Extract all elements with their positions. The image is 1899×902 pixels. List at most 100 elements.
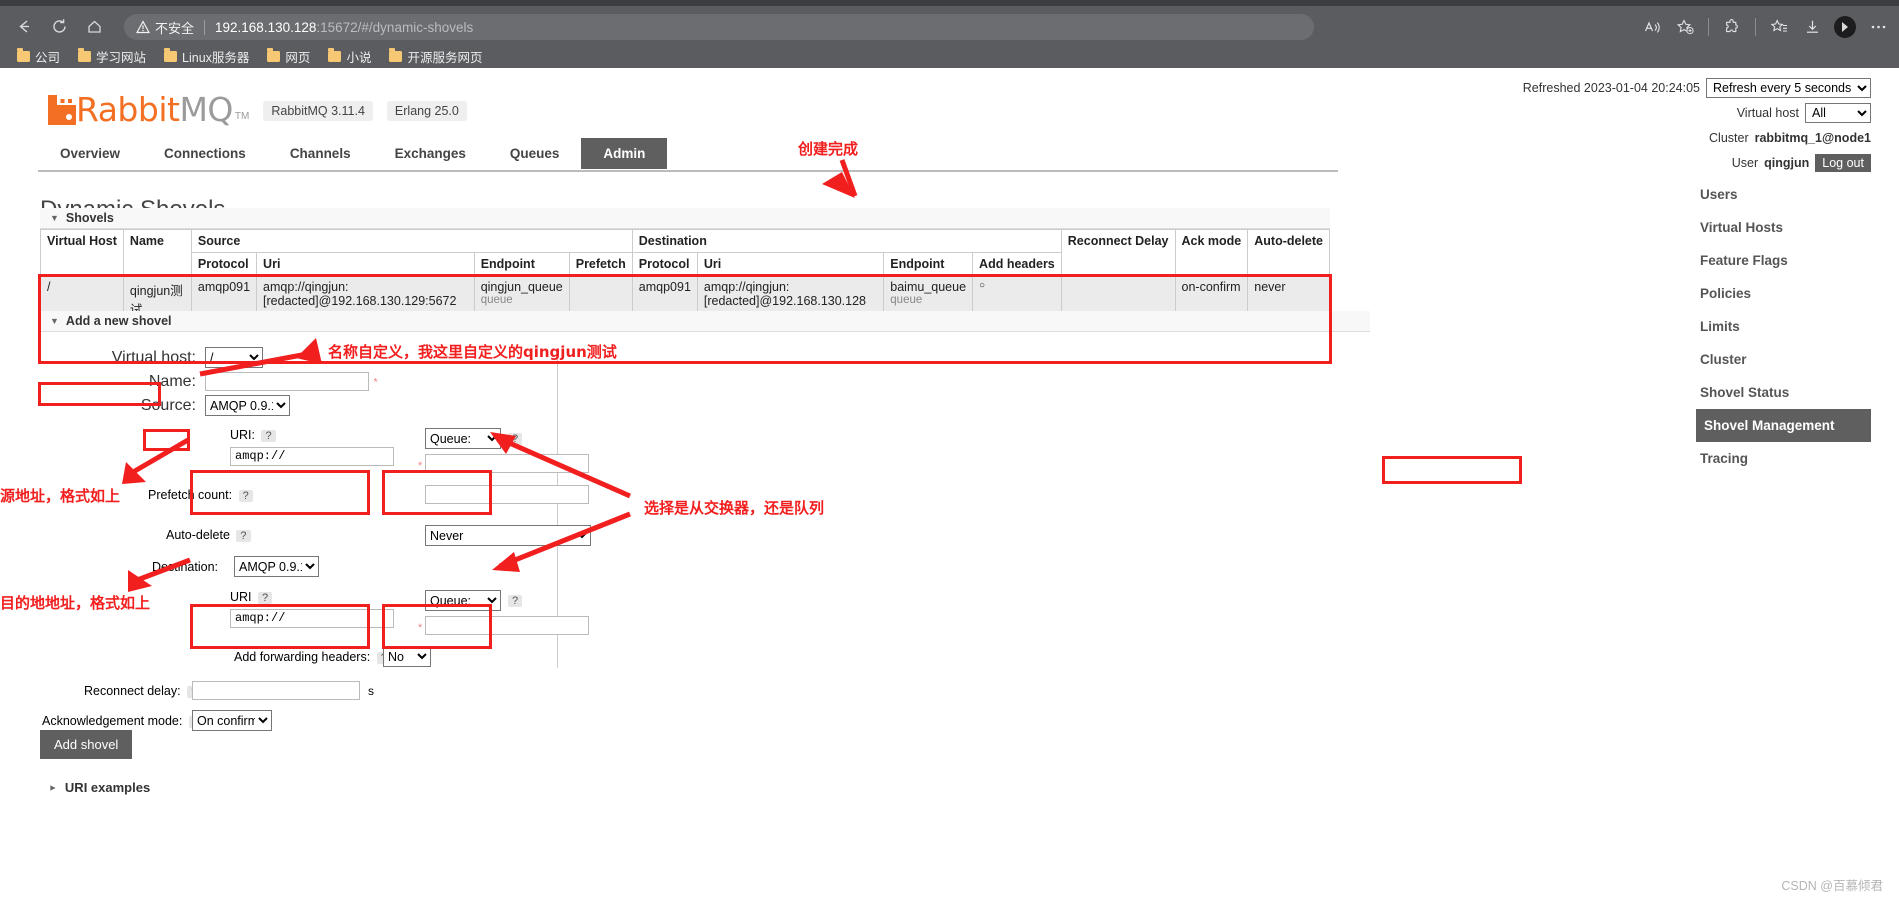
th-auto-delete[interactable]: Auto-delete [1247,229,1330,276]
security-label: 不安全 [155,20,195,36]
more-options-icon[interactable] [1863,14,1893,40]
read-aloud-icon[interactable] [1637,14,1667,40]
menu-item-shovel-management[interactable]: Shovel Management [1696,409,1871,442]
help-icon[interactable]: ? [258,592,273,604]
navigation-bar: 不安全 192.168.130.128:15672/#/dynamic-shov… [0,6,1899,44]
bookmark-item[interactable]: 网页 [260,45,317,68]
shovel-name-input[interactable] [205,372,369,391]
menu-item-cluster[interactable]: Cluster [1696,343,1871,376]
tab-exchanges[interactable]: Exchanges [373,138,488,169]
menu-item-feature-flags[interactable]: Feature Flags [1696,244,1871,277]
add-shovel-header[interactable]: ▼ Add a new shovel [40,311,1370,332]
annotation-queue-or-exchange-text: 选择是从交换器，还是队列 [644,499,825,517]
uri-examples-toggle[interactable]: ▼ URI examples [47,780,150,795]
back-arrow-icon[interactable] [10,12,38,40]
extensions-icon[interactable] [1717,14,1747,40]
destination-uri-asterisk: * [418,622,423,634]
toolbar-divider-2 [1755,18,1756,36]
table-group-header-row: Virtual Host Name Source Destination Rec… [40,229,1330,276]
th-reconnect-delay[interactable]: Reconnect Delay [1060,229,1176,276]
source-field-control: AMQP 0.9.1 [204,394,379,417]
source-endpoint-type-select[interactable]: Queue: [425,428,501,449]
th-source-group: Source [190,229,633,253]
downloads-icon[interactable] [1797,14,1827,40]
form-vhost-select[interactable]: / [205,347,263,368]
menu-item-policies[interactable]: Policies [1696,277,1871,310]
rabbitmq-logo[interactable]: RabbitMQ TM RabbitMQ 3.11.4 Erlang 25.0 [48,93,467,126]
menu-item-users[interactable]: Users [1696,178,1871,211]
destination-queue-label-row: Queue: ? [425,590,589,611]
destination-protocol-select[interactable]: AMQP 0.9.1 [234,556,319,577]
address-bar[interactable]: 不安全 192.168.130.128:15672/#/dynamic-shov… [124,14,1314,40]
form-row-source: Source: AMQP 0.9.1 [42,394,379,417]
tab-overview[interactable]: Overview [38,138,142,169]
destination-queue-block: Queue: ? [425,590,589,635]
forwarding-headers-select[interactable]: No [383,646,431,667]
destination-queue-input[interactable] [425,616,589,635]
th-add-headers: Add headers [972,252,1062,276]
tab-admin[interactable]: Admin [581,138,668,169]
th-name[interactable]: Name [122,229,192,276]
destination-uri-input[interactable] [230,608,394,628]
autodelete-select[interactable]: Never [425,525,591,546]
destination-label: Destination: [152,560,219,574]
bookmark-item[interactable]: 小说 [321,45,378,68]
source-protocol-select[interactable]: AMQP 0.9.1 [205,395,290,416]
reconnect-delay-label-row: Reconnect delay: ? [84,684,202,698]
help-icon[interactable]: ? [238,490,253,502]
th-virtual-host[interactable]: Virtual Host [40,229,124,276]
profile-avatar[interactable] [1830,14,1860,40]
folder-icon [164,48,178,62]
tab-queues[interactable]: Queues [488,138,582,169]
source-queue-input[interactable] [425,454,589,473]
reconnect-delay-input[interactable] [192,681,360,700]
cluster-label: Cluster [1709,131,1749,145]
logout-button[interactable]: Log out [1815,154,1871,172]
bookmark-item[interactable]: 开源服务网页 [382,45,489,68]
add-shovel-button[interactable]: Add shovel [40,730,133,759]
url-path: :15672/#/dynamic-shovels [316,19,474,35]
source-uri-input[interactable] [230,446,394,466]
cluster-row: Cluster rabbitmq_1@node1 [1523,128,1871,148]
tab-channels[interactable]: Channels [268,138,373,169]
add-favorite-icon[interactable] [1670,14,1700,40]
bookmark-item[interactable]: 公司 [10,45,67,68]
menu-item-virtual-hosts[interactable]: Virtual Hosts [1696,211,1871,244]
source-uri-asterisk: * [418,460,423,472]
logo-rabbit-text: Rabbit [76,90,180,129]
collapse-caret-icon[interactable]: ▼ [50,316,59,326]
folder-icon [78,48,92,62]
th-dst-protocol: Protocol [631,252,698,276]
ack-mode-label-row: Acknowledgement mode: ? [42,714,203,728]
annotation-name-custom-text: 名称自定义，我这里自定义的qingjun测试 [328,343,617,361]
help-icon[interactable]: ? [261,430,276,442]
th-ack-mode[interactable]: Ack mode [1174,229,1249,276]
bookmark-item[interactable]: 学习网站 [71,45,153,68]
bookmark-label: Linux服务器 [182,50,250,65]
shovels-section-header[interactable]: ▼ Shovels [40,208,1330,229]
tab-connections[interactable]: Connections [142,138,268,169]
collections-icon[interactable] [1764,14,1794,40]
home-icon[interactable] [80,12,108,40]
bookmarks-bar: 公司 学习网站 Linux服务器 网页 小说 开源服务网页 [0,44,1899,68]
help-icon[interactable]: ? [508,594,523,607]
expand-caret-icon[interactable]: ▼ [47,783,57,792]
menu-item-shovel-status[interactable]: Shovel Status [1696,376,1871,409]
vhost-select[interactable]: All [1805,103,1871,123]
prefetch-count-input[interactable] [425,485,589,504]
collapse-caret-icon[interactable]: ▼ [50,213,59,223]
reconnect-delay-unit: s [368,684,374,698]
help-icon[interactable]: ? [236,530,251,542]
ack-mode-select[interactable]: On confirm [192,710,272,731]
th-src-uri: Uri [256,252,475,276]
menu-item-limits[interactable]: Limits [1696,310,1871,343]
bookmark-label: 小说 [346,50,372,65]
destination-endpoint-type-select[interactable]: Queue: [425,590,501,611]
help-icon[interactable]: ? [508,432,523,445]
refresh-interval-select[interactable]: Refresh every 5 seconds [1706,78,1871,98]
menu-item-tracing[interactable]: Tracing [1696,442,1871,475]
bookmark-item[interactable]: Linux服务器 [157,45,256,68]
reload-icon[interactable] [45,12,73,40]
th-prefetch: Prefetch [568,252,633,276]
vhost-field-label: Virtual host: [111,348,196,366]
